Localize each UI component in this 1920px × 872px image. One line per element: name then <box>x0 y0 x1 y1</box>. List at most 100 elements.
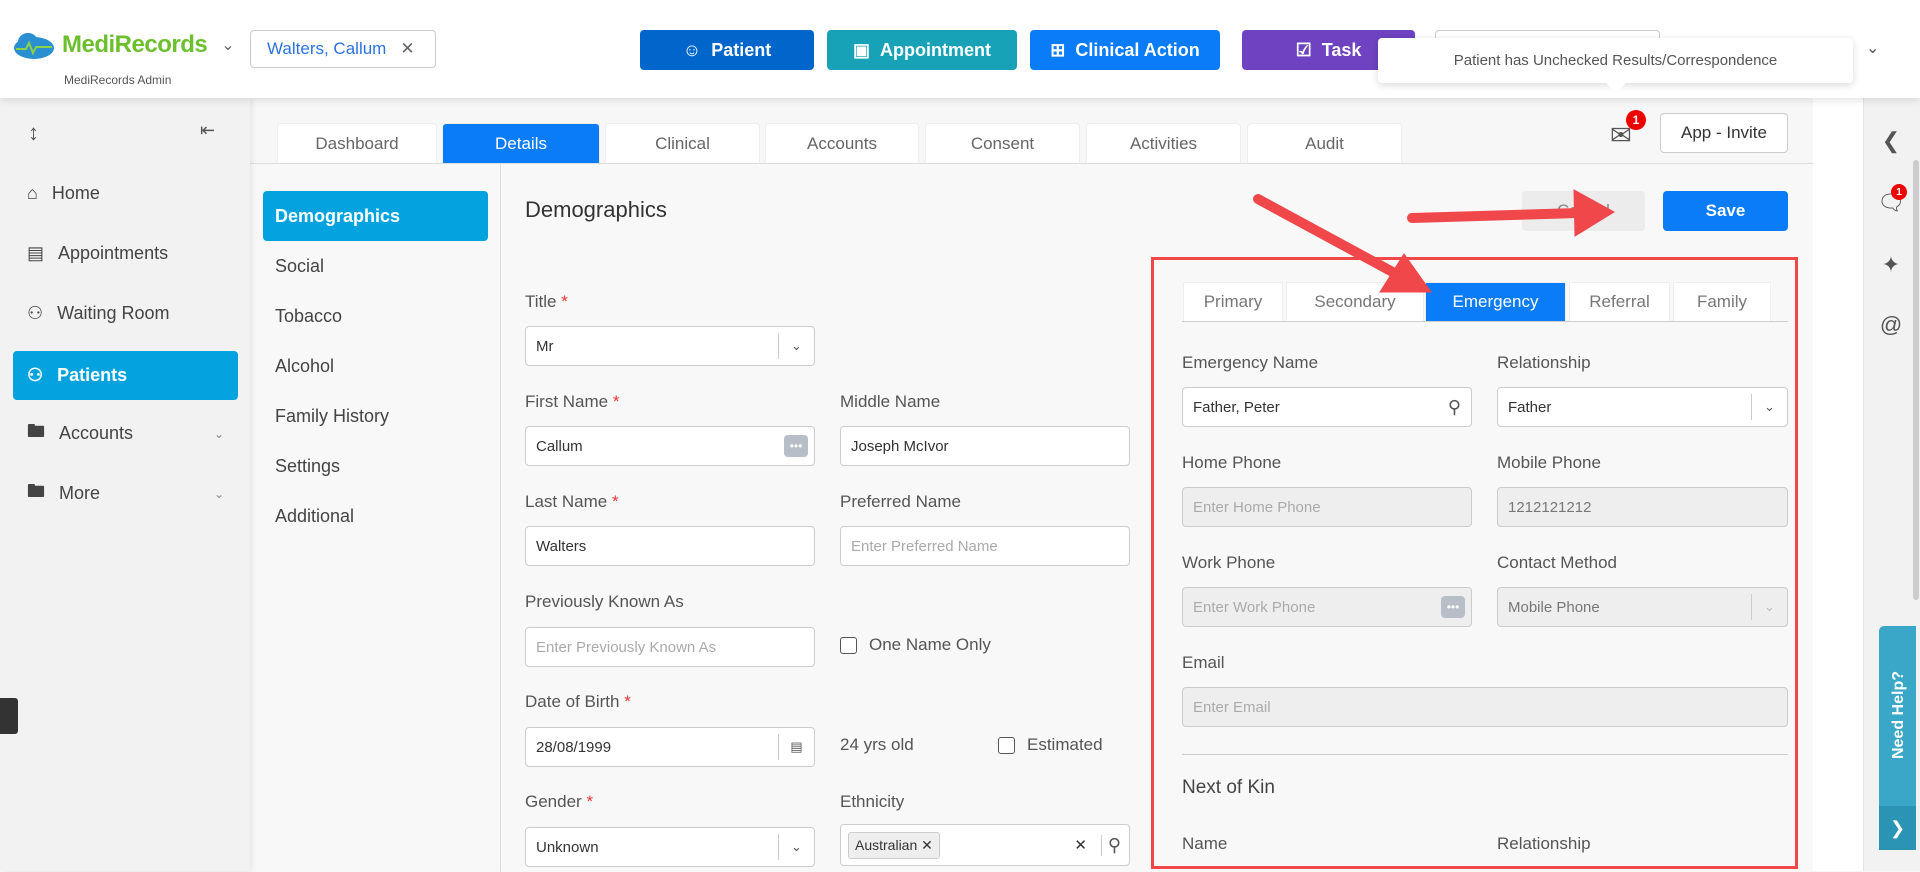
subnav-tobacco[interactable]: Tobacco <box>263 291 488 341</box>
relationship-select[interactable]: Father ⌄ <box>1497 387 1788 427</box>
sidebar-item-patients[interactable]: ⚇ Patients <box>13 351 238 400</box>
divider <box>1182 321 1788 322</box>
subnav-settings[interactable]: Settings <box>263 441 488 491</box>
tab-audit[interactable]: Audit <box>1247 123 1402 163</box>
mobile-phone-label: Mobile Phone <box>1497 453 1601 472</box>
user-menu-chevron-icon[interactable]: ⌄ <box>1866 38 1879 58</box>
nok-name-label: Name <box>1182 834 1228 853</box>
last-name-label: Last Name * <box>525 492 619 511</box>
checkbox[interactable] <box>998 736 1015 754</box>
tab-consent[interactable]: Consent <box>925 123 1080 163</box>
tab-clinical[interactable]: Clinical <box>605 123 760 163</box>
brand-name: MediRecords <box>62 31 208 58</box>
help-chevron-icon: ❯ <box>1879 806 1916 850</box>
collapse-sidebar-icon[interactable]: ⇤ <box>200 120 215 141</box>
tab-accounts[interactable]: Accounts <box>765 123 919 163</box>
pin-icon[interactable]: ✦ <box>1876 252 1906 278</box>
previously-known-as-label: Previously Known As <box>525 592 684 611</box>
gender-select[interactable]: Unknown ⌄ <box>525 827 815 867</box>
remove-tag-icon[interactable]: ✕ <box>921 837 933 853</box>
subnav-alcohol[interactable]: Alcohol <box>263 341 488 391</box>
middle-name-input[interactable]: Joseph McIvor <box>840 426 1130 466</box>
contact-tab-family[interactable]: Family <box>1673 282 1771 322</box>
scrollbar[interactable] <box>1913 160 1919 600</box>
subnav-social[interactable]: Social <box>263 241 488 291</box>
search-icon[interactable]: ⚲ <box>1100 834 1121 856</box>
more-options-icon[interactable]: ••• <box>1441 596 1465 618</box>
home-phone-input[interactable]: Enter Home Phone <box>1182 487 1472 527</box>
checkbox[interactable] <box>840 636 857 654</box>
contact-tab-primary[interactable]: Primary <box>1183 282 1283 322</box>
subnav-additional[interactable]: Additional <box>263 491 488 541</box>
contact-tab-referral[interactable]: Referral <box>1569 282 1670 322</box>
calendar-icon[interactable]: ▤ <box>778 734 814 760</box>
sidebar-item-appointments[interactable]: ▤ Appointments <box>13 229 238 278</box>
close-icon[interactable]: ✕ <box>400 39 414 59</box>
chevron-down-icon: ⌄ <box>778 333 814 359</box>
sidebar-item-more[interactable]: 🖿 More ⌄ <box>13 469 238 518</box>
appointment-button[interactable]: ▣ Appointment <box>827 30 1017 70</box>
tab-dashboard[interactable]: Dashboard <box>277 123 437 163</box>
chevron-down-icon: ⌄ <box>1751 594 1787 620</box>
calendar-icon: ▤ <box>27 243 45 263</box>
subnav-family-history[interactable]: Family History <box>263 391 488 441</box>
resize-vertical-icon[interactable]: ↕ <box>28 120 39 146</box>
next-of-kin-heading: Next of Kin <box>1182 777 1275 798</box>
tab-activities[interactable]: Activities <box>1086 123 1241 163</box>
contact-tab-emergency[interactable]: Emergency <box>1425 282 1566 322</box>
first-name-input[interactable]: Callum ••• <box>525 426 815 466</box>
device-toggle-icon[interactable] <box>0 698 18 734</box>
subnav-demographics[interactable]: Demographics <box>263 191 488 241</box>
search-icon[interactable]: ⚲ <box>1448 397 1461 418</box>
dob-label: Date of Birth * <box>525 692 631 711</box>
brand-logo[interactable]: MediRecords ⌄ <box>12 30 235 60</box>
sidebar-item-waiting-room[interactable]: ⚇ Waiting Room <box>13 289 238 338</box>
sidebar-item-accounts[interactable]: 🖿 Accounts ⌄ <box>13 409 238 458</box>
chevron-down-icon: ⌄ <box>1751 394 1787 420</box>
emergency-name-input[interactable]: Father, Peter ⚲ <box>1182 387 1472 427</box>
ethnicity-input[interactable]: Australian ✕ ✕ ⚲ <box>840 824 1130 866</box>
last-name-input[interactable]: Walters <box>525 526 815 566</box>
sidebar-item-label: Waiting Room <box>57 303 170 323</box>
app-invite-button[interactable]: App - Invite <box>1660 113 1788 153</box>
people-icon: ⚇ <box>27 303 44 323</box>
age-text: 24 yrs old <box>840 735 914 754</box>
previously-known-as-input[interactable]: Enter Previously Known As <box>525 627 815 667</box>
dob-input[interactable]: 28/08/1999 ▤ <box>525 727 815 767</box>
first-name-label: First Name * <box>525 392 620 411</box>
clinical-action-button[interactable]: ⊞ Clinical Action <box>1030 30 1220 70</box>
relationship-label: Relationship <box>1497 353 1591 372</box>
tab-details[interactable]: Details <box>442 123 600 163</box>
chevron-down-icon: ⌄ <box>213 486 224 501</box>
preferred-name-input[interactable]: Enter Preferred Name <box>840 526 1130 566</box>
mention-icon[interactable]: @ <box>1876 312 1906 338</box>
nok-relationship-label: Relationship <box>1497 834 1591 853</box>
cancel-button[interactable]: Cancel <box>1522 191 1645 231</box>
title-label: Title * <box>525 292 568 311</box>
email-label: Email <box>1182 653 1225 672</box>
sidebar-item-home[interactable]: ⌂ Home <box>13 169 238 218</box>
one-name-only-checkbox[interactable]: One Name Only <box>840 635 991 655</box>
contact-method-select[interactable]: Mobile Phone ⌄ <box>1497 587 1788 627</box>
sidebar-item-label: Home <box>51 183 100 203</box>
contact-method-label: Contact Method <box>1497 553 1618 572</box>
folder-plus-icon: 🖿 <box>27 480 45 501</box>
contact-tab-secondary[interactable]: Secondary <box>1286 282 1424 322</box>
mobile-phone-input[interactable]: 1212121212 <box>1497 487 1788 527</box>
work-phone-input[interactable]: Enter Work Phone ••• <box>1182 587 1472 627</box>
chevron-left-icon[interactable]: ❮ <box>1876 128 1906 154</box>
patient-chip[interactable]: Walters, Callum ✕ <box>250 30 436 68</box>
save-button[interactable]: Save <box>1663 191 1788 231</box>
one-name-only-label: One Name Only <box>869 635 991 654</box>
chevron-down-icon[interactable]: ⌄ <box>221 35 234 55</box>
email-input[interactable]: Enter Email <box>1182 687 1788 727</box>
clipboard-icon: ☑ <box>1295 39 1312 60</box>
sidebar-item-label: Patients <box>57 365 128 385</box>
mail-badge: 1 <box>1626 110 1646 130</box>
estimated-checkbox[interactable]: Estimated <box>998 735 1103 755</box>
need-help-tab[interactable]: Need Help? ❯ <box>1879 626 1916 850</box>
more-options-icon[interactable]: ••• <box>784 435 808 457</box>
patient-button[interactable]: ☺ Patient <box>640 30 814 70</box>
clear-icon[interactable]: ✕ <box>1074 836 1087 854</box>
title-select[interactable]: Mr ⌄ <box>525 326 815 366</box>
